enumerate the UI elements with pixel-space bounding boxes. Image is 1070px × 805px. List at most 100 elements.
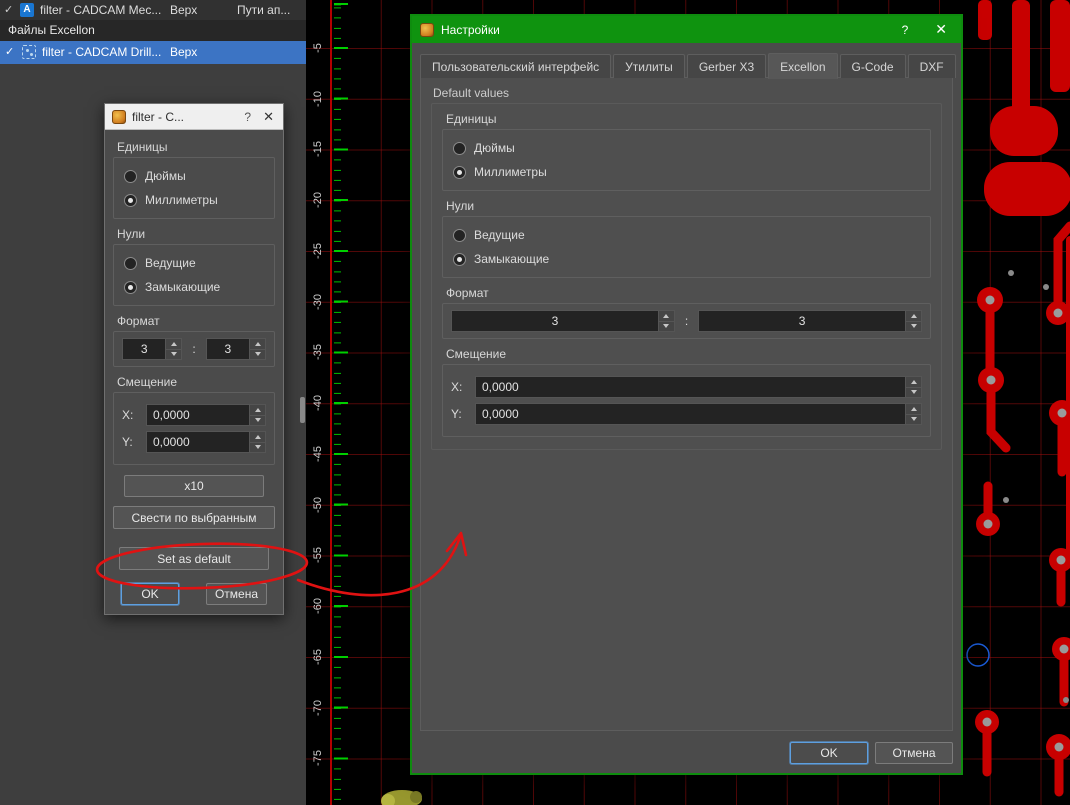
drill-file-icon xyxy=(22,45,36,59)
spin-up-icon[interactable] xyxy=(905,404,921,414)
spin-down-icon[interactable] xyxy=(905,413,921,424)
spinbox-value[interactable]: 3 xyxy=(452,311,658,331)
set-as-default-button[interactable]: Set as default xyxy=(119,547,269,570)
field-value[interactable]: 0,0000 xyxy=(147,432,249,452)
file-layer: Верх xyxy=(170,45,198,59)
spin-up-icon[interactable] xyxy=(905,311,921,321)
dialog-titlebar[interactable]: filter - C... ? ✕ xyxy=(105,104,283,130)
format-integer-spinbox[interactable]: 3 xyxy=(451,310,675,332)
spin-up-icon[interactable] xyxy=(249,339,265,349)
radio-icon xyxy=(453,228,466,242)
radio-option-trailing[interactable]: Замыкающие xyxy=(451,247,922,271)
radio-label: Ведущие xyxy=(474,228,525,242)
spin-down-icon[interactable] xyxy=(249,348,265,359)
offset-x-field[interactable]: 0,0000 xyxy=(146,404,266,426)
excellon-options-dialog: filter - C... ? ✕ Единицы Дюймы Миллимет… xyxy=(104,103,284,615)
spinner-arrows[interactable] xyxy=(249,339,265,359)
app-icon xyxy=(112,109,126,124)
format-decimal-spinbox[interactable]: 3 xyxy=(205,338,266,360)
tab-g-code[interactable]: G-Code xyxy=(839,54,906,78)
radio-label: Замыкающие xyxy=(145,280,221,294)
spin-up-icon[interactable] xyxy=(905,377,921,387)
spinner-arrows[interactable] xyxy=(165,339,182,359)
spin-down-icon[interactable] xyxy=(657,320,674,331)
apply-to-selected-button[interactable]: Свести по выбранным xyxy=(113,506,275,529)
tab-dxf[interactable]: DXF xyxy=(907,54,956,78)
radio-checked-icon xyxy=(453,165,466,179)
format-integer-spinbox[interactable]: 3 xyxy=(122,338,183,360)
radio-option-leading[interactable]: Ведущие xyxy=(451,223,922,247)
spin-up-icon[interactable] xyxy=(249,432,265,442)
radio-option-trailing[interactable]: Замыкающие xyxy=(122,275,266,299)
ok-button[interactable]: OK xyxy=(790,742,868,764)
format-group-label: Формат xyxy=(446,286,489,300)
settings-tab-bar: Пользовательский интерфейс Утилиты Gerbe… xyxy=(420,52,956,79)
radio-option-inches[interactable]: Дюймы xyxy=(451,136,922,160)
spin-down-icon[interactable] xyxy=(905,386,921,397)
format-decimal-spinbox[interactable]: 3 xyxy=(698,310,922,332)
radio-option-inches[interactable]: Дюймы xyxy=(122,164,266,188)
spin-down-icon[interactable] xyxy=(249,414,265,425)
field-value[interactable]: 0,0000 xyxy=(147,405,249,425)
radio-checked-icon xyxy=(453,252,466,266)
spinbox-value[interactable]: 3 xyxy=(207,339,249,359)
tab-utilities[interactable]: Утилиты xyxy=(613,54,685,78)
spin-up-icon[interactable] xyxy=(165,339,182,349)
radio-option-millimeters[interactable]: Миллиметры xyxy=(122,188,266,212)
format-groupbox: 3 : 3 xyxy=(113,331,275,367)
spin-up-icon[interactable] xyxy=(249,405,265,415)
spinner-arrows[interactable] xyxy=(249,432,265,452)
radio-option-leading[interactable]: Ведущие xyxy=(122,251,266,275)
help-button[interactable]: ? xyxy=(240,110,255,124)
row-checkmark[interactable]: ✓ xyxy=(4,0,13,20)
panel-splitter-handle[interactable] xyxy=(300,397,305,423)
selection-circle xyxy=(966,643,990,667)
spinner-arrows[interactable] xyxy=(905,311,921,331)
settings-titlebar[interactable]: Настройки ? ✕ xyxy=(412,16,961,43)
radio-label: Дюймы xyxy=(474,141,515,155)
drill-file-row[interactable]: ✓ filter - CADCAM Drill... Верх xyxy=(0,41,306,64)
cancel-button[interactable]: Отмена xyxy=(875,742,953,764)
tab-gerber-x3[interactable]: Gerber X3 xyxy=(686,54,767,78)
zeros-groupbox: Ведущие Замыкающие xyxy=(442,216,931,278)
spin-down-icon[interactable] xyxy=(905,320,921,331)
spinner-arrows[interactable] xyxy=(905,404,921,424)
dialog-title: filter - C... xyxy=(132,109,185,124)
cancel-button[interactable]: Отмена xyxy=(206,583,267,605)
close-icon[interactable]: ✕ xyxy=(929,21,953,38)
axis-line xyxy=(330,0,332,805)
x10-button[interactable]: x10 xyxy=(124,475,264,497)
ruler-label: -65 xyxy=(312,649,324,665)
close-icon[interactable]: ✕ xyxy=(261,109,276,125)
file-name[interactable]: filter - CADCAM Mec... xyxy=(40,0,161,20)
ruler-label: -70 xyxy=(312,700,324,716)
file-name[interactable]: filter - CADCAM Drill... xyxy=(42,41,161,64)
spinner-arrows[interactable] xyxy=(249,405,265,425)
gerber-file-row[interactable]: ✓ A filter - CADCAM Mec... Верх Пути ап.… xyxy=(0,0,306,20)
radio-label: Замыкающие xyxy=(474,252,550,266)
help-button[interactable]: ? xyxy=(888,23,923,37)
radio-option-millimeters[interactable]: Миллиметры xyxy=(451,160,922,184)
radio-label: Дюймы xyxy=(145,169,186,183)
offset-y-field[interactable]: 0,0000 xyxy=(146,431,266,453)
ruler-label: -50 xyxy=(312,497,324,513)
offset-x-field[interactable]: 0,0000 xyxy=(475,376,922,398)
field-value[interactable]: 0,0000 xyxy=(476,404,905,424)
spinner-arrows[interactable] xyxy=(905,377,921,397)
field-value[interactable]: 0,0000 xyxy=(476,377,905,397)
radio-label: Миллиметры xyxy=(474,165,547,179)
radio-checked-icon xyxy=(124,280,137,294)
offset-y-field[interactable]: 0,0000 xyxy=(475,403,922,425)
ok-button[interactable]: OK xyxy=(121,583,179,605)
tab-user-interface[interactable]: Пользовательский интерфейс xyxy=(420,54,612,78)
spinbox-value[interactable]: 3 xyxy=(123,339,165,359)
tab-excellon[interactable]: Excellon xyxy=(768,53,838,79)
ruler-label: -25 xyxy=(312,243,324,259)
spinner-arrows[interactable] xyxy=(657,311,674,331)
spin-up-icon[interactable] xyxy=(657,311,674,321)
spinbox-value[interactable]: 3 xyxy=(699,311,905,331)
row-checkmark[interactable]: ✓ xyxy=(5,41,14,64)
spin-down-icon[interactable] xyxy=(165,348,182,359)
ruler-label: -15 xyxy=(312,141,324,157)
spin-down-icon[interactable] xyxy=(249,441,265,452)
